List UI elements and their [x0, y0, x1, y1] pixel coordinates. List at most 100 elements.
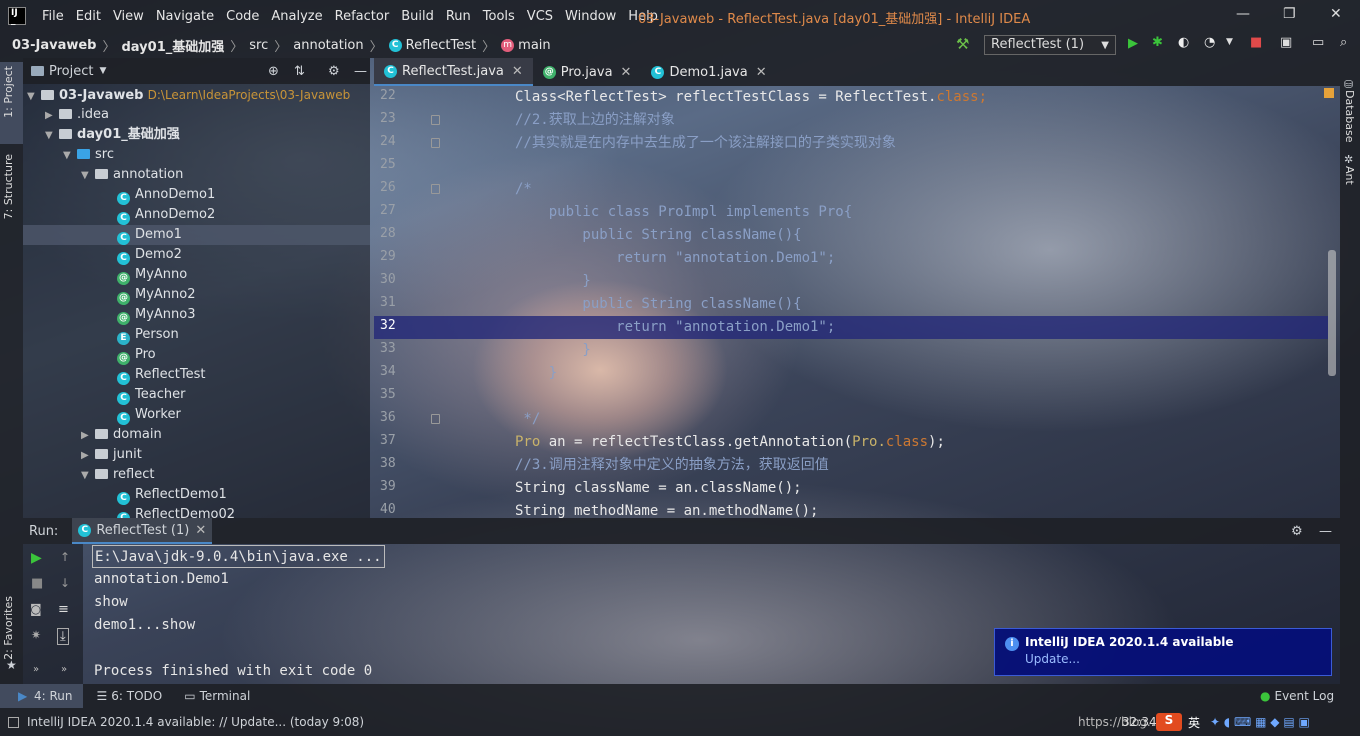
menu-tools[interactable]: Tools — [477, 9, 521, 24]
update-notification[interactable]: i IntelliJ IDEA 2020.1.4 available Updat… — [994, 628, 1332, 676]
structure-tool-tab[interactable]: 7: Structure — [2, 154, 15, 219]
menu-view[interactable]: View — [107, 9, 150, 24]
close-tab-icon[interactable]: ✕ — [512, 64, 523, 79]
project-tool-tab[interactable]: 1: Project — [2, 66, 15, 118]
minimize-icon[interactable]: — — [1236, 6, 1250, 22]
camera-icon[interactable]: ◙ — [30, 602, 42, 616]
crumb-project[interactable]: 03-Javaweb — [12, 38, 96, 53]
debug-icon[interactable]: ✱ — [1152, 35, 1163, 50]
close-tab-icon[interactable]: ✕ — [195, 523, 206, 538]
close-tab-icon[interactable]: ✕ — [621, 65, 632, 80]
code-editor[interactable]: Class<ReflectTest> reflectTestClass = Re… — [444, 86, 1328, 519]
fold-marker-icon[interactable] — [431, 115, 440, 125]
warning-marker-icon[interactable] — [1324, 88, 1334, 98]
terminal-icon[interactable]: ▭ — [1312, 35, 1324, 50]
build-hammer-icon[interactable]: ⚒ — [956, 35, 969, 53]
tab-reflecttest[interactable]: C ReflectTest.java ✕ — [374, 58, 533, 86]
up-arrow-icon[interactable]: ↑ — [60, 550, 70, 564]
menu-navigate[interactable]: Navigate — [150, 9, 220, 24]
ime-mode-icon[interactable]: 英 — [1188, 714, 1200, 731]
tree-item[interactable]: C Worker — [23, 405, 370, 425]
terminal-tool-button[interactable]: ▭ Terminal — [184, 689, 250, 703]
profile-icon[interactable]: ◔ — [1204, 35, 1215, 50]
ant-tool-tab[interactable]: Ant — [1343, 166, 1356, 185]
database-tool-tab[interactable]: Database — [1343, 90, 1356, 143]
settings-icon[interactable]: ✷ — [31, 628, 41, 642]
tree-item[interactable]: C Teacher — [23, 385, 370, 405]
fold-marker-icon[interactable] — [431, 184, 440, 194]
stop-icon[interactable]: ■ — [1250, 35, 1262, 50]
tree-item[interactable]: ▼ day01_基础加强 — [23, 125, 370, 145]
project-view-label[interactable]: Project — [49, 64, 93, 79]
gear-icon[interactable]: ⚙ — [328, 64, 340, 79]
run-tool-button[interactable]: ▶ 4: Run — [0, 684, 83, 708]
menu-build[interactable]: Build — [395, 9, 440, 24]
todo-tool-button[interactable]: ☰ 6: TODO — [97, 689, 163, 703]
tree-root[interactable]: ▼ 03-Javaweb D:\Learn\IdeaProjects\03-Jav… — [23, 85, 370, 105]
tree-item[interactable]: C ReflectDemo02 — [23, 505, 370, 519]
more-icon[interactable]: » — [61, 664, 67, 675]
tree-item[interactable]: C ReflectTest — [23, 365, 370, 385]
scroll-to-end-icon[interactable]: ⤓ — [57, 628, 69, 645]
crumb-package[interactable]: annotation — [293, 38, 363, 53]
menu-run[interactable]: Run — [440, 9, 477, 24]
restore-icon[interactable]: ❐ — [1283, 6, 1296, 22]
menu-window[interactable]: Window — [559, 9, 622, 24]
locate-icon[interactable]: ⊕ — [268, 64, 279, 79]
tree-item[interactable]: ▼ src — [23, 145, 370, 165]
coverage-icon[interactable]: ◐ — [1178, 35, 1189, 50]
tree-item[interactable]: ▶ junit — [23, 445, 370, 465]
tree-item[interactable]: @ MyAnno2 — [23, 285, 370, 305]
crumb-module[interactable]: day01_基础加强 — [122, 36, 225, 55]
fold-marker-icon[interactable] — [431, 414, 440, 424]
run-config-select[interactable]: ReflectTest (1) ▼ — [984, 35, 1116, 55]
more-run-chevron-icon[interactable]: ▼ — [1226, 37, 1233, 47]
hide-panel-icon[interactable]: — — [1319, 524, 1332, 539]
tree-item[interactable]: ▶ .idea — [23, 105, 370, 125]
project-structure-icon[interactable]: ▣ — [1280, 35, 1292, 50]
menu-file[interactable]: File — [36, 9, 70, 24]
stop-icon[interactable]: ■ — [31, 576, 43, 591]
update-link[interactable]: Update... — [1025, 652, 1321, 666]
fold-marker-icon[interactable] — [431, 138, 440, 148]
tree-item[interactable]: C AnnoDemo2 — [23, 205, 370, 225]
menu-edit[interactable]: Edit — [70, 9, 107, 24]
event-log-button[interactable]: ● Event Log — [1260, 689, 1334, 703]
tree-item[interactable]: ▼ annotation — [23, 165, 370, 185]
status-toggle-icon[interactable] — [8, 716, 19, 728]
tree-item[interactable]: ▼ reflect — [23, 465, 370, 485]
tree-item[interactable]: @ Pro — [23, 345, 370, 365]
down-arrow-icon[interactable]: ↓ — [60, 576, 70, 590]
status-message[interactable]: IntelliJ IDEA 2020.1.4 available: // Upd… — [27, 715, 364, 729]
menu-vcs[interactable]: VCS — [521, 9, 559, 24]
tab-demo1[interactable]: C Demo1.java ✕ — [641, 58, 776, 86]
run-tab[interactable]: C ReflectTest (1) ✕ — [72, 518, 213, 544]
menu-analyze[interactable]: Analyze — [265, 9, 328, 24]
tree-item[interactable]: C ReflectDemo1 — [23, 485, 370, 505]
run-icon[interactable]: ▶ — [1128, 36, 1138, 51]
menu-refactor[interactable]: Refactor — [329, 9, 396, 24]
hide-panel-icon[interactable]: — — [354, 64, 367, 79]
gear-icon[interactable]: ⚙ — [1291, 524, 1303, 539]
more-icon[interactable]: » — [33, 664, 39, 675]
tree-item[interactable]: C AnnoDemo1 — [23, 185, 370, 205]
soft-wrap-icon[interactable]: ≡ — [58, 602, 69, 617]
rerun-icon[interactable]: ▶ — [31, 550, 42, 566]
menu-code[interactable]: Code — [220, 9, 265, 24]
editor-scrollbar[interactable] — [1328, 250, 1336, 376]
tree-item[interactable]: C Demo2 — [23, 245, 370, 265]
close-window-icon[interactable]: ✕ — [1330, 6, 1342, 22]
tree-item-selected[interactable]: C Demo1 — [23, 225, 370, 245]
tree-item[interactable]: E Person — [23, 325, 370, 345]
search-everywhere-icon[interactable]: ⌕ — [1340, 35, 1347, 50]
crumb-src[interactable]: src — [249, 38, 268, 53]
crumb-method[interactable]: main — [518, 38, 550, 53]
chevron-down-icon[interactable]: ▼ — [99, 66, 106, 76]
crumb-class[interactable]: ReflectTest — [406, 38, 476, 53]
ime-tool-icons[interactable]: ✦ ◖ ⌨ ▦ ◆ ▤ ▣ — [1210, 715, 1310, 729]
tree-item[interactable]: @ MyAnno — [23, 265, 370, 285]
input-method-icon[interactable]: S — [1156, 713, 1182, 731]
favorites-tool-tab[interactable]: 2: Favorites — [2, 596, 15, 660]
caret-position[interactable]: 32:34 — [1122, 715, 1157, 729]
tab-pro[interactable]: @ Pro.java ✕ — [533, 58, 642, 86]
